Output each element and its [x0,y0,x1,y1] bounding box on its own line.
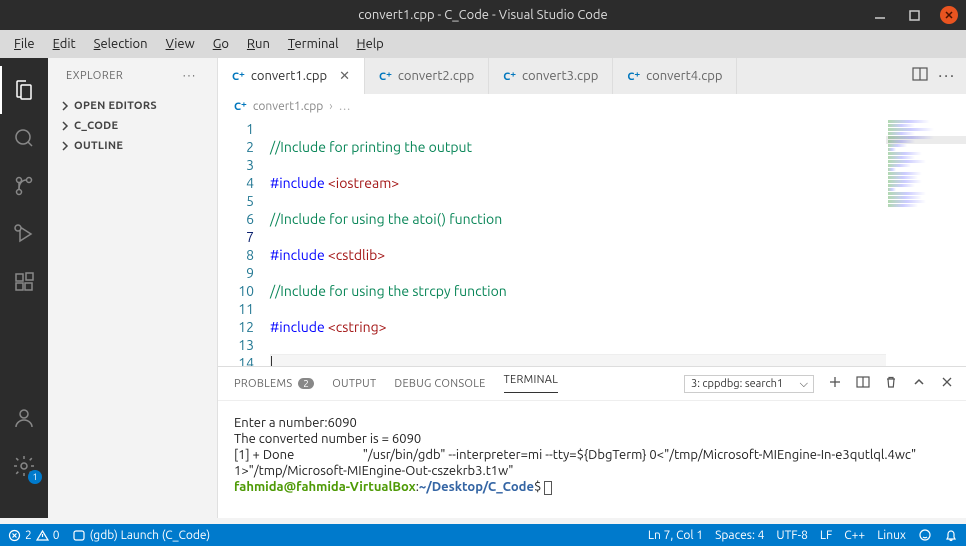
split-terminal-icon[interactable] [856,375,870,392]
menu-run[interactable]: Run [239,33,278,55]
activity-search-icon[interactable] [0,114,48,162]
cpp-file-icon: C⁺ [234,100,247,113]
panel-tab-output[interactable]: OUTPUT [332,378,376,390]
tab-convert1[interactable]: C⁺ convert1.cpp ✕ [218,58,365,94]
code-editor[interactable]: 1234567891011121314 //Include for printi… [218,118,966,366]
menu-terminal[interactable]: Terminal [280,33,347,55]
minimize-button[interactable] [872,7,888,23]
close-button[interactable] [940,6,958,24]
menu-go[interactable]: Go [205,33,237,55]
sidebar-folder[interactable]: C_CODE [56,116,217,136]
cpp-file-icon: C⁺ [379,70,392,83]
status-errors[interactable]: 2 0 [8,529,60,542]
editor-area: C⁺ convert1.cpp ✕ C⁺ convert2.cpp C⁺ con… [218,58,966,518]
menu-view[interactable]: View [158,33,203,55]
sidebar-open-editors[interactable]: OPEN EDITORS [56,96,217,116]
trash-icon[interactable] [884,375,898,392]
cpp-file-icon: C⁺ [232,70,245,83]
bell-icon[interactable] [944,528,958,542]
menu-edit[interactable]: Edit [45,33,84,55]
status-eol[interactable]: LF [820,529,832,542]
panel-tab-terminal[interactable]: TERMINAL [504,374,559,393]
tab-convert4[interactable]: C⁺ convert4.cpp [613,58,737,94]
menu-help[interactable]: Help [349,33,392,55]
panel: PROBLEMS 2 OUTPUT DEBUG CONSOLE TERMINAL… [218,366,966,518]
gutter: 1234567891011121314 [218,118,270,366]
editor-tabs: C⁺ convert1.cpp ✕ C⁺ convert2.cpp C⁺ con… [218,58,966,94]
feedback-icon[interactable] [918,528,932,542]
menu-selection[interactable]: Selection [86,33,156,55]
activity-explorer-icon[interactable] [0,66,48,114]
split-editor-icon[interactable] [912,66,928,86]
window-title: convert1.cpp - C_Code - Visual Studio Co… [358,8,607,22]
cpp-file-icon: C⁺ [503,70,516,83]
close-tab-icon[interactable]: ✕ [339,69,350,84]
status-position[interactable]: Ln 7, Col 1 [648,529,703,542]
sidebar-outline[interactable]: OUTLINE [56,136,217,156]
minimap[interactable] [886,118,966,366]
tab-convert2[interactable]: C⁺ convert2.cpp [365,58,489,94]
activity-debug-icon[interactable] [0,210,48,258]
terminal-output[interactable]: Enter a number:6090The converted number … [218,401,966,518]
breadcrumbs[interactable]: C⁺ convert1.cpp › … [218,94,966,118]
status-launch[interactable]: (gdb) Launch (C_Code) [72,528,211,542]
settings-badge: 1 [28,470,42,484]
cpp-file-icon: C⁺ [627,70,640,83]
activity-extensions-icon[interactable] [0,258,48,306]
activity-settings-icon[interactable]: 1 [0,442,48,490]
more-actions-icon[interactable]: ··· [938,67,956,85]
chevron-right-icon [60,101,70,111]
sidebar: EXPLORER ··· OPEN EDITORS C_CODE OUTLINE [48,58,218,518]
status-lang[interactable]: C++ [844,529,865,542]
status-spaces[interactable]: Spaces: 4 [715,529,764,542]
chevron-right-icon [60,121,70,131]
chevron-right-icon [60,141,70,151]
tab-convert3[interactable]: C⁺ convert3.cpp [489,58,613,94]
statusbar: 2 0 (gdb) Launch (C_Code) Ln 7, Col 1 Sp… [0,524,966,546]
text-cursor [270,356,272,366]
maximize-button[interactable] [906,7,922,23]
new-terminal-icon[interactable] [828,375,842,392]
activity-bar: 1 [0,58,48,518]
menu-file[interactable]: File [6,33,43,55]
chevron-right-icon: › [329,100,332,113]
activity-account-icon[interactable] [0,394,48,442]
sidebar-more-icon[interactable]: ··· [183,70,197,82]
terminal-cursor [544,481,552,495]
maximize-panel-icon[interactable] [912,375,926,392]
titlebar: convert1.cpp - C_Code - Visual Studio Co… [0,0,966,30]
chevron-down-icon: ⌵ [800,378,808,391]
close-panel-icon[interactable] [940,375,954,392]
code-content[interactable]: //Include for printing the output #inclu… [270,118,966,366]
activity-scm-icon[interactable] [0,162,48,210]
menubar: File Edit Selection View Go Run Terminal… [0,30,966,58]
panel-tab-problems[interactable]: PROBLEMS 2 [234,378,314,390]
status-os[interactable]: Linux [877,529,906,542]
sidebar-title: EXPLORER [66,70,123,82]
panel-tab-debug[interactable]: DEBUG CONSOLE [394,378,485,390]
terminal-selector[interactable]: 3: cppdbg: search1⌵ [684,375,814,393]
status-encoding[interactable]: UTF-8 [776,529,807,542]
